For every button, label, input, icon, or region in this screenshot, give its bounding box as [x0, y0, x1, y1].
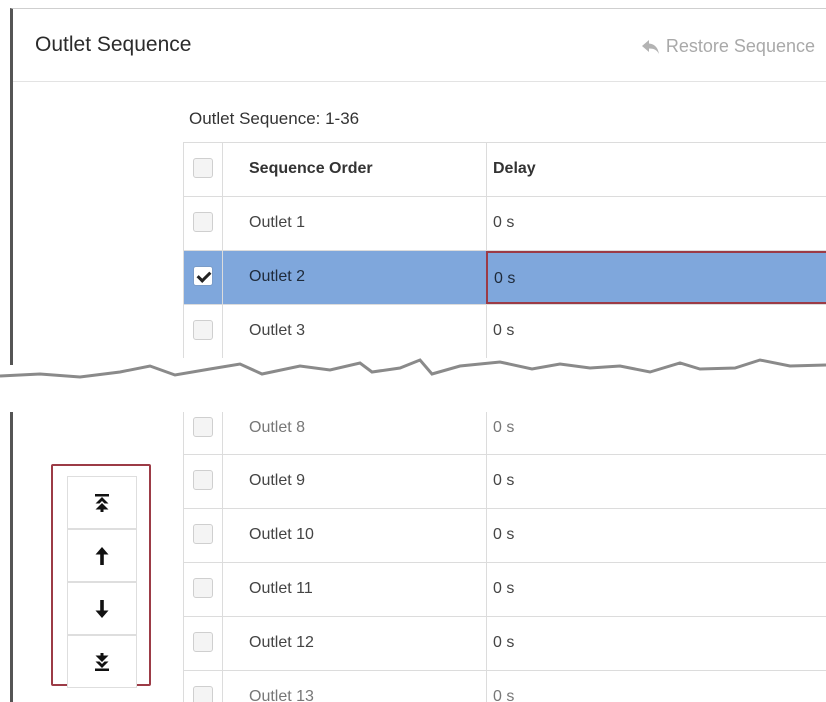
panel-header: Outlet Sequence Restore Sequence [13, 9, 826, 82]
delay-value[interactable]: 0 s [486, 412, 826, 456]
restore-sequence-button[interactable]: Restore Sequence [641, 36, 815, 57]
delay-value[interactable]: 0 s [486, 455, 826, 508]
reply-arrow-icon [641, 39, 660, 54]
move-to-bottom-button[interactable] [67, 635, 137, 688]
outlet-name: Outlet 8 [222, 412, 486, 456]
delay-value[interactable]: 0 s [486, 671, 826, 702]
move-down-button[interactable] [67, 582, 137, 635]
outlet-name: Outlet 9 [222, 455, 486, 508]
row-checkbox[interactable] [193, 578, 213, 598]
table-row[interactable]: Outlet 9 0 s [183, 454, 826, 508]
table-row[interactable]: Outlet 8 0 s [183, 412, 826, 456]
move-down-icon [95, 599, 109, 618]
delay-value[interactable]: 0 s [486, 563, 826, 616]
table-row[interactable]: Outlet 13 0 s [183, 670, 826, 702]
row-checkbox[interactable] [193, 212, 213, 232]
row-checkbox[interactable] [193, 470, 213, 490]
table-row[interactable]: Outlet 11 0 s [183, 562, 826, 616]
table-row-selected[interactable]: Outlet 2 0 s [183, 250, 826, 304]
reorder-button-group [51, 464, 151, 688]
select-all-checkbox[interactable] [193, 158, 213, 178]
row-checkbox[interactable] [193, 320, 213, 340]
outlet-sequence-panel-continued: Outlet 8 0 s Outlet 9 0 s Outlet 10 0 s … [10, 412, 826, 702]
outlet-name: Outlet 11 [222, 563, 486, 616]
delay-value[interactable]: 0 s [486, 617, 826, 670]
delay-value[interactable]: 0 s [486, 197, 826, 250]
sequence-range-label: Outlet Sequence: 1-36 [189, 109, 360, 128]
row-checkbox[interactable] [193, 417, 213, 437]
row-checkbox-checked[interactable] [193, 266, 213, 286]
outlet-name: Outlet 2 [222, 251, 486, 304]
delay-value[interactable]: 0 s [486, 305, 826, 358]
column-header-delay[interactable]: Delay [486, 143, 826, 196]
restore-sequence-label: Restore Sequence [665, 36, 815, 56]
outlet-sequence-panel: Outlet Sequence Restore Sequence Outlet … [10, 8, 826, 365]
outlet-name: Outlet 12 [222, 617, 486, 670]
table-row[interactable]: Outlet 1 0 s [183, 196, 826, 250]
table-row[interactable]: Outlet 3 0 s [183, 304, 826, 358]
outlet-name: Outlet 10 [222, 509, 486, 562]
move-up-icon [95, 546, 109, 565]
delay-value-editing[interactable]: 0 s [486, 251, 826, 304]
table-row[interactable]: Outlet 12 0 s [183, 616, 826, 670]
table-row[interactable]: Outlet 10 0 s [183, 508, 826, 562]
column-header-sequence-order[interactable]: Sequence Order [222, 143, 486, 196]
move-to-top-icon [94, 493, 110, 512]
row-checkbox[interactable] [193, 686, 213, 702]
move-up-button[interactable] [67, 529, 137, 582]
delay-value[interactable]: 0 s [486, 509, 826, 562]
move-to-top-button[interactable] [67, 476, 137, 529]
outlet-name: Outlet 13 [222, 671, 486, 702]
row-checkbox[interactable] [193, 524, 213, 544]
page-title: Outlet Sequence [35, 33, 192, 56]
move-to-bottom-icon [94, 652, 110, 671]
table-header-row: Sequence Order Delay [183, 142, 826, 196]
row-checkbox[interactable] [193, 632, 213, 652]
torn-edge-divider [0, 358, 826, 414]
outlet-name: Outlet 1 [222, 197, 486, 250]
outlet-name: Outlet 3 [222, 305, 486, 358]
